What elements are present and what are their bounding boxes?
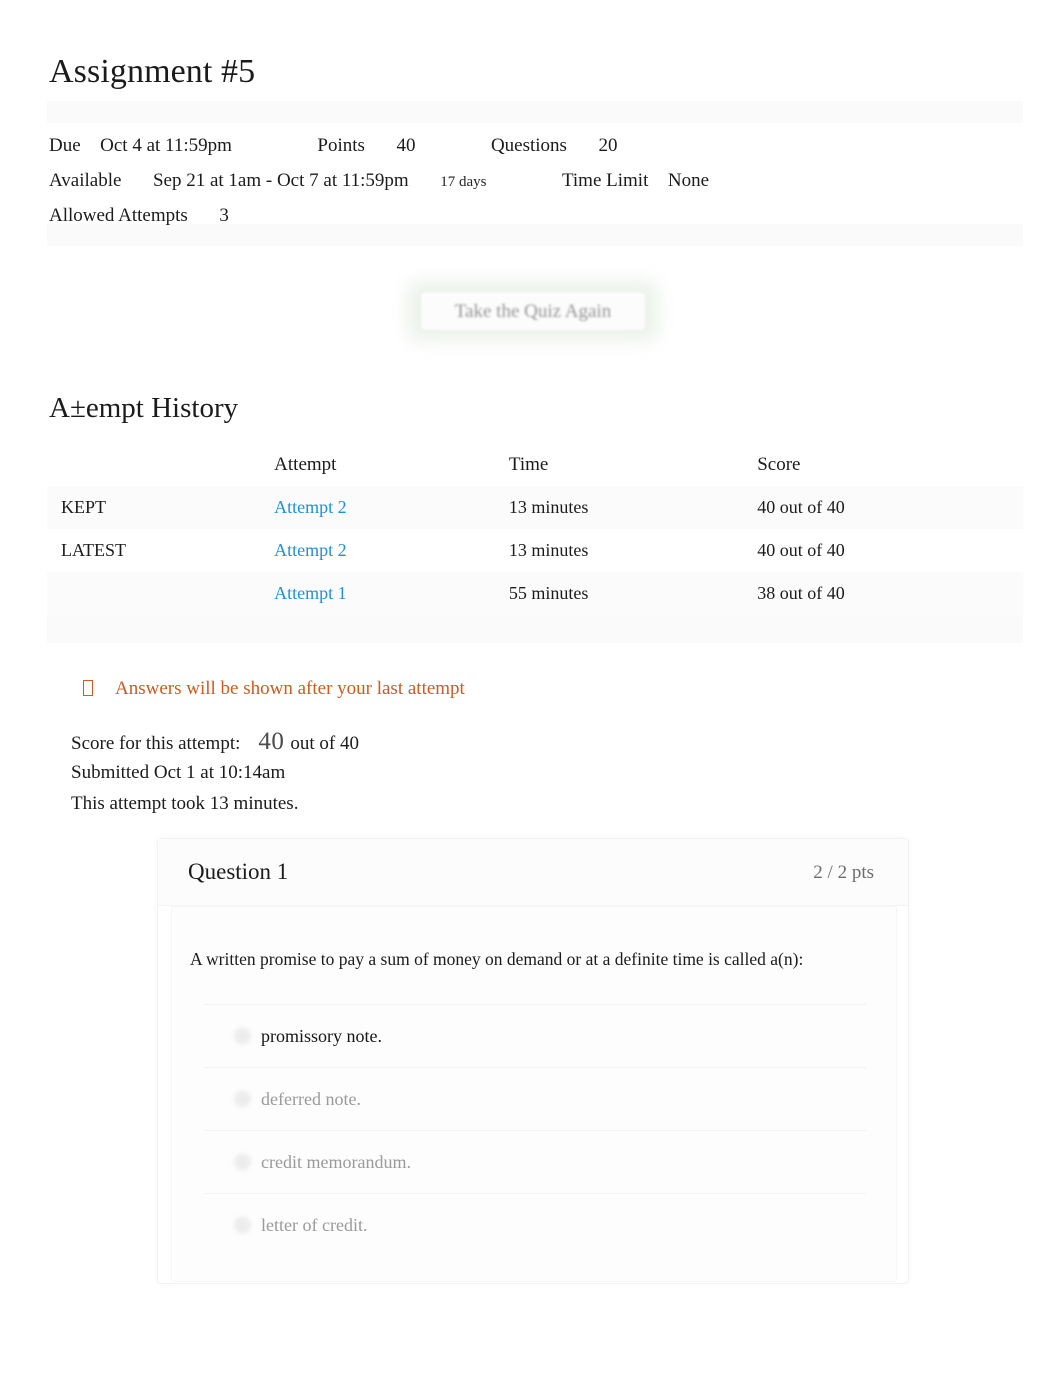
question-title: Question 1 — [188, 859, 289, 884]
row-status: KEPT — [61, 497, 106, 517]
table-row: Attempt 1 55 minutes 38 out of 40 — [47, 572, 1023, 615]
row-status — [47, 572, 274, 615]
score-value: 40 — [258, 728, 285, 755]
available-label: Available — [49, 170, 122, 191]
score-out-of: out of 40 — [290, 733, 359, 754]
question-points: 2 / 2 pts — [813, 862, 874, 883]
attempt-history-body: KEPT Attempt 2 13 minutes 40 out of 40 L… — [47, 486, 1023, 615]
column-header-time: Time — [508, 453, 549, 475]
quiz-details: Due Oct 4 at 11:59pm Points 40 Questions… — [49, 128, 1039, 233]
warning-icon — [83, 680, 93, 696]
column-header-status — [47, 443, 274, 486]
answer-list: promissory note. deferred note. credit m… — [172, 1004, 898, 1256]
due-value: Oct 4 at 11:59pm — [100, 135, 232, 156]
attempt-history-table: Attempt Time Score KEPT Attempt 2 13 min… — [47, 443, 1023, 643]
answer-label: deferred note. — [261, 1089, 361, 1109]
retake-quiz-container: Take the Quiz Again — [408, 281, 658, 341]
allowed-attempts-value: 3 — [219, 205, 229, 226]
questions-value: 20 — [598, 135, 618, 156]
attempt-link[interactable]: Attempt 2 — [274, 497, 347, 518]
attempt-history-heading: A±empt History — [49, 392, 239, 424]
row-score: 40 out of 40 — [757, 497, 845, 517]
due-label: Due — [49, 135, 81, 156]
available-duration: 17 days — [440, 174, 487, 190]
table-footer-cell — [47, 615, 1023, 643]
question-header: Question 1 2 / 2 pts — [158, 839, 908, 906]
attempt-link[interactable]: Attempt 2 — [274, 540, 347, 561]
answers-notice: Answers will be shown after your last at… — [83, 676, 465, 702]
page-title: Assignment #5 — [49, 53, 256, 90]
attempt-summary: Score for this attempt: 40 out of 40 Submi… — [71, 726, 359, 819]
answer-label: letter of credit. — [261, 1215, 368, 1235]
submitted-line: Submitted Oct 1 at 10:14am — [71, 762, 286, 783]
radio-icon[interactable] — [234, 1027, 251, 1045]
quiz-details-row-3: Allowed Attempts 3 — [49, 198, 1039, 233]
time-limit-label: Time Limit — [561, 170, 649, 191]
answer-option[interactable]: deferred note. — [172, 1068, 898, 1130]
answer-option[interactable]: letter of credit. — [172, 1194, 898, 1256]
answer-label: promissory note. — [261, 1026, 382, 1046]
radio-icon[interactable] — [234, 1090, 251, 1108]
row-time: 13 minutes — [508, 540, 589, 560]
question-text: A written promise to pay a sum of money … — [190, 949, 804, 969]
quiz-results-page: Assignment #5 Due Oct 4 at 11:59pm Point… — [0, 0, 1062, 1377]
radio-icon[interactable] — [234, 1153, 251, 1171]
quiz-details-row-2: Available Sep 21 at 1am - Oct 7 at 11:59… — [49, 163, 1039, 198]
duration-line: This attempt took 13 minutes. — [71, 793, 299, 814]
table-footer-row — [47, 615, 1023, 643]
allowed-attempts-label: Allowed Attempts — [49, 205, 188, 226]
quiz-details-row-1: Due Oct 4 at 11:59pm Points 40 Questions… — [49, 128, 1039, 163]
answer-option[interactable]: credit memorandum. — [172, 1131, 898, 1193]
points-value: 40 — [396, 135, 416, 156]
table-header-row: Attempt Time Score — [47, 443, 1023, 486]
time-limit-value: None — [667, 170, 710, 191]
row-attempt: Attempt 2 — [274, 529, 509, 572]
column-header-attempt: Attempt — [274, 453, 337, 475]
row-score: 38 out of 40 — [757, 583, 845, 603]
attempt-history-foot — [47, 615, 1023, 643]
row-attempt: Attempt 2 — [274, 486, 509, 529]
row-time: 55 minutes — [508, 583, 589, 603]
take-quiz-again-button[interactable]: Take the Quiz Again — [420, 291, 646, 331]
points-label: Points — [317, 135, 365, 156]
radio-icon[interactable] — [234, 1216, 251, 1234]
answer-option[interactable]: promissory note. — [172, 1005, 898, 1067]
questions-label: Questions — [490, 135, 567, 156]
question-card: Question 1 2 / 2 pts A written promise t… — [157, 838, 909, 1284]
attempt-history-head: Attempt Time Score — [47, 443, 1023, 486]
row-score: 40 out of 40 — [757, 540, 845, 560]
column-header-score: Score — [757, 453, 801, 475]
row-attempt: Attempt 1 — [274, 572, 509, 615]
answers-notice-text: Answers will be shown after your last at… — [115, 678, 465, 699]
attempt-link[interactable]: Attempt 1 — [274, 583, 347, 604]
answer-label: credit memorandum. — [261, 1152, 411, 1172]
score-line: Score for this attempt: 40 out of 40 — [71, 726, 359, 757]
header-divider-top — [47, 101, 1023, 123]
question-body: A written promise to pay a sum of money … — [171, 906, 897, 1282]
table-row: KEPT Attempt 2 13 minutes 40 out of 40 — [47, 486, 1023, 529]
score-label: Score for this attempt: — [71, 733, 241, 754]
row-time: 13 minutes — [508, 497, 589, 517]
table-row: LATEST Attempt 2 13 minutes 40 out of 40 — [47, 529, 1023, 572]
available-value: Sep 21 at 1am - Oct 7 at 11:59pm — [152, 170, 409, 191]
row-status: LATEST — [61, 540, 126, 560]
